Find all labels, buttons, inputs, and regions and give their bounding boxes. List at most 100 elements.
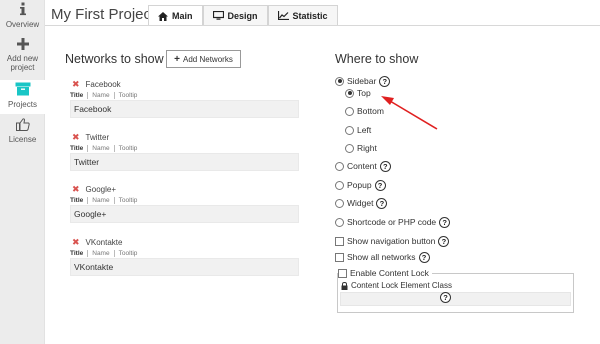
page-title: My First Project [51,6,156,23]
option-shortcode[interactable]: Shortcode or PHP code ? [335,216,451,228]
option-label: Shortcode or PHP code [347,217,437,227]
option-widget[interactable]: Widget ? [335,197,388,209]
radio-popup[interactable] [335,180,344,190]
option-enable-content-lock[interactable]: Enable Content Lock [338,267,432,279]
radio-right[interactable] [345,143,354,153]
option-label: Top [357,88,371,98]
help-icon[interactable]: ? [439,216,451,228]
option-sidebar-bottom[interactable]: Bottom [345,105,384,117]
info-icon [0,2,45,18]
option-label: Right [357,143,377,153]
option-label: Bottom [357,106,384,116]
option-label: Widget [347,198,374,208]
checkbox-enable-content-lock[interactable] [338,268,347,278]
network-item-vkontakte: ✖ VKontakte Title Name Tooltip VKontakte [70,237,300,276]
network-name: Google+ [85,184,117,194]
radio-top[interactable] [345,88,354,98]
radio-widget[interactable] [335,198,344,208]
sidebar-item-license[interactable]: License [0,118,45,144]
sidebar-item-label: License [8,135,37,144]
remove-icon[interactable]: ✖ [72,79,80,90]
subtab-tooltip[interactable]: Tooltip [113,144,142,152]
tab-design[interactable]: Design [202,5,268,25]
option-label: Content Lock Element Class [351,281,452,290]
network-name: VKontakte [85,237,123,247]
subtab-name[interactable]: Name [87,196,113,204]
remove-icon[interactable]: ✖ [72,184,80,195]
option-label: Content [347,161,377,171]
sidebar: Overview Add new project Projects Licens… [0,0,45,344]
option-content[interactable]: Content ? [335,160,391,172]
help-icon[interactable]: ? [379,160,391,172]
help-icon[interactable]: ? [379,75,391,87]
network-title-input[interactable]: Twitter [70,153,299,171]
checkbox-show-navigation[interactable] [335,236,344,246]
subtab-title[interactable]: Title [70,250,87,257]
network-title-input[interactable]: Google+ [70,205,299,223]
remove-icon[interactable]: ✖ [72,237,80,248]
radio-bottom[interactable] [345,106,354,116]
option-label: Left [357,125,372,135]
tab-label: Design [227,10,258,21]
option-show-all-networks[interactable]: Show all networks ? [335,251,430,263]
tab-label: Main [172,11,193,21]
subtab-title[interactable]: Title [70,197,87,204]
option-label: Popup [347,180,372,190]
subtab-title[interactable]: Title [70,92,87,99]
network-name: Twitter [85,132,110,142]
help-icon[interactable]: ? [418,251,430,263]
sidebar-item-overview[interactable]: Overview [0,2,45,29]
help-icon[interactable]: ? [374,179,386,191]
add-networks-label: Add Networks [183,54,233,64]
network-name: Facebook [85,79,121,89]
home-icon [158,11,168,21]
plus-icon: + [174,53,181,65]
chart-icon [277,11,289,20]
plus-icon [0,38,45,52]
tab-label: Statistic [292,10,328,21]
remove-icon[interactable]: ✖ [72,132,80,143]
network-title-input[interactable]: Facebook [70,100,299,118]
tab-statistic[interactable]: Statistic [267,5,338,25]
networks-title: Networks to show [65,52,164,66]
option-sidebar-left[interactable]: Left [345,124,371,136]
help-icon[interactable]: ? [438,235,450,247]
sidebar-item-label: Projects [8,100,37,109]
checkbox-show-all-networks[interactable] [335,252,344,262]
subtab-name[interactable]: Name [87,144,113,152]
subtab-tooltip[interactable]: Tooltip [113,249,142,257]
tab-main[interactable]: Main [148,5,203,26]
help-icon[interactable]: ? [440,292,451,303]
option-popup[interactable]: Popup ? [335,179,386,191]
help-icon[interactable]: ? [376,197,388,209]
option-show-navigation[interactable]: Show navigation button ? [335,235,450,247]
content-lock-class-label: Content Lock Element Class [341,281,452,290]
network-item-facebook: ✖ Facebook Title Name Tooltip Facebook [70,79,300,118]
option-sidebar-right[interactable]: Right [345,142,377,154]
subtab-name[interactable]: Name [87,91,113,99]
subtab-tooltip[interactable]: Tooltip [113,196,142,204]
subtab-title[interactable]: Title [70,145,87,152]
sidebar-item-label: Add new project [6,54,39,72]
network-title-input[interactable]: VKontakte [70,258,299,276]
sidebar-item-add-new-project[interactable]: Add new project [0,38,45,72]
sidebar-item-projects[interactable]: Projects [0,80,45,114]
tab-divider [45,25,600,26]
option-sidebar-top[interactable]: Top [345,87,371,99]
tab-bar: Main Design Statistic [148,5,338,26]
option-label: Show navigation button [347,236,436,246]
radio-sidebar[interactable] [335,76,344,86]
content-lock-class-input[interactable] [340,292,571,306]
add-networks-button[interactable]: + Add Networks [166,50,241,68]
subtab-name[interactable]: Name [87,249,113,257]
option-sidebar[interactable]: Sidebar ? [335,75,391,87]
option-label: Show all networks [347,252,416,262]
radio-left[interactable] [345,125,354,135]
radio-shortcode[interactable] [335,217,344,227]
network-item-twitter: ✖ Twitter Title Name Tooltip Twitter [70,132,300,171]
archive-icon [0,82,45,98]
option-label: Sidebar [347,76,377,86]
subtab-tooltip[interactable]: Tooltip [113,91,142,99]
where-title: Where to show [335,52,419,66]
radio-content[interactable] [335,161,344,171]
